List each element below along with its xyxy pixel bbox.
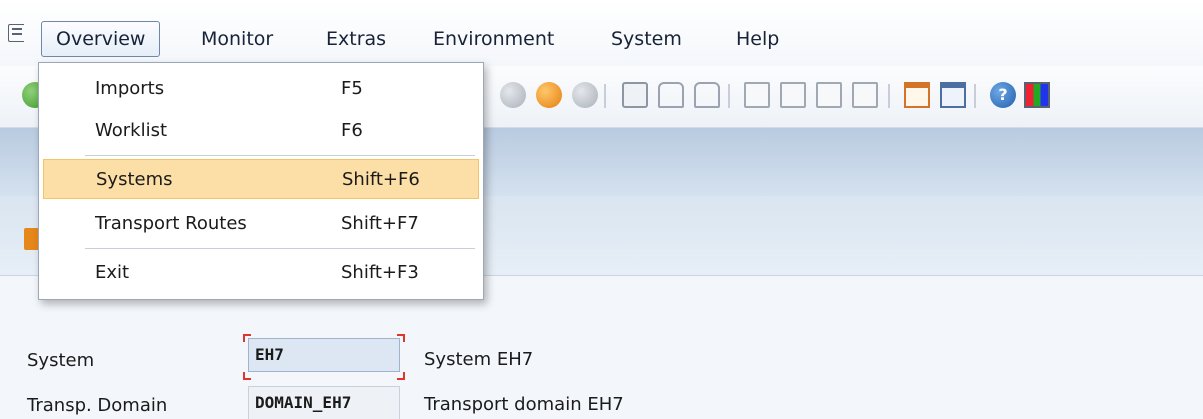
menu-item-shortcut: F6: [341, 120, 363, 141]
cancel-icon[interactable]: [572, 82, 598, 108]
last-page-icon[interactable]: [852, 82, 878, 108]
menu-extras[interactable]: Extras: [326, 28, 386, 50]
menu-item-label: Exit: [95, 262, 130, 283]
transport-domain-description: Transport domain EH7: [424, 394, 624, 415]
menu-item-exit[interactable]: Exit Shift+F3: [43, 253, 479, 293]
menu-separator: [85, 248, 475, 249]
system-label: System: [27, 350, 95, 371]
menu-item-label: Systems: [96, 169, 173, 190]
next-page-icon[interactable]: [816, 82, 842, 108]
shortcut-icon[interactable]: [940, 82, 966, 108]
transport-domain-field: DOMAIN_EH7: [248, 386, 400, 419]
menu-icon[interactable]: [8, 24, 24, 42]
previous-page-icon[interactable]: [780, 82, 806, 108]
focus-marker: [397, 334, 405, 342]
menu-item-systems[interactable]: Systems Shift+F6: [43, 159, 479, 199]
menu-item-shortcut: F5: [341, 78, 363, 99]
first-page-icon[interactable]: [744, 82, 770, 108]
toolbar-separator: [888, 84, 890, 108]
menu-monitor[interactable]: Monitor: [201, 28, 273, 50]
menu-item-imports[interactable]: Imports F5: [43, 69, 479, 109]
exit-icon[interactable]: [536, 82, 562, 108]
transport-domain-label: Transp. Domain: [27, 395, 168, 416]
focus-marker: [243, 334, 251, 342]
menu-system[interactable]: System: [611, 28, 682, 50]
menu-item-label: Imports: [95, 78, 165, 99]
menu-item-shortcut: Shift+F3: [341, 262, 419, 283]
focus-marker: [397, 372, 405, 380]
find-next-icon[interactable]: [694, 82, 720, 108]
find-icon[interactable]: [658, 82, 684, 108]
print-icon[interactable]: [622, 82, 648, 108]
menu-overview[interactable]: Overview: [41, 21, 161, 57]
menu-item-transport-routes[interactable]: Transport Routes Shift+F7: [43, 204, 479, 244]
toolbar-separator: [974, 84, 976, 108]
focus-marker: [243, 372, 251, 380]
toolbar-separator: [728, 84, 730, 108]
menu-item-shortcut: Shift+F6: [342, 169, 420, 190]
menu-separator: [85, 155, 475, 156]
system-description: System EH7: [424, 349, 534, 370]
menu-environment[interactable]: Environment: [433, 28, 554, 50]
toolbar-separator: [604, 84, 606, 108]
menu-item-label: Transport Routes: [95, 213, 247, 234]
customize-layout-icon[interactable]: [1024, 82, 1050, 108]
overview-dropdown-menu: Imports F5 Worklist F6 Systems Shift+F6 …: [38, 62, 484, 300]
menu-help[interactable]: Help: [736, 28, 779, 50]
menu-item-shortcut: Shift+F7: [341, 213, 419, 234]
create-session-icon[interactable]: [904, 82, 930, 108]
menu-item-worklist[interactable]: Worklist F6: [43, 111, 479, 151]
system-input[interactable]: EH7: [248, 338, 400, 372]
menu-bar: Overview Monitor Extras Environment Syst…: [0, 0, 1203, 66]
help-icon[interactable]: ?: [990, 82, 1016, 108]
menu-item-label: Worklist: [95, 120, 168, 141]
back-icon[interactable]: [500, 82, 526, 108]
